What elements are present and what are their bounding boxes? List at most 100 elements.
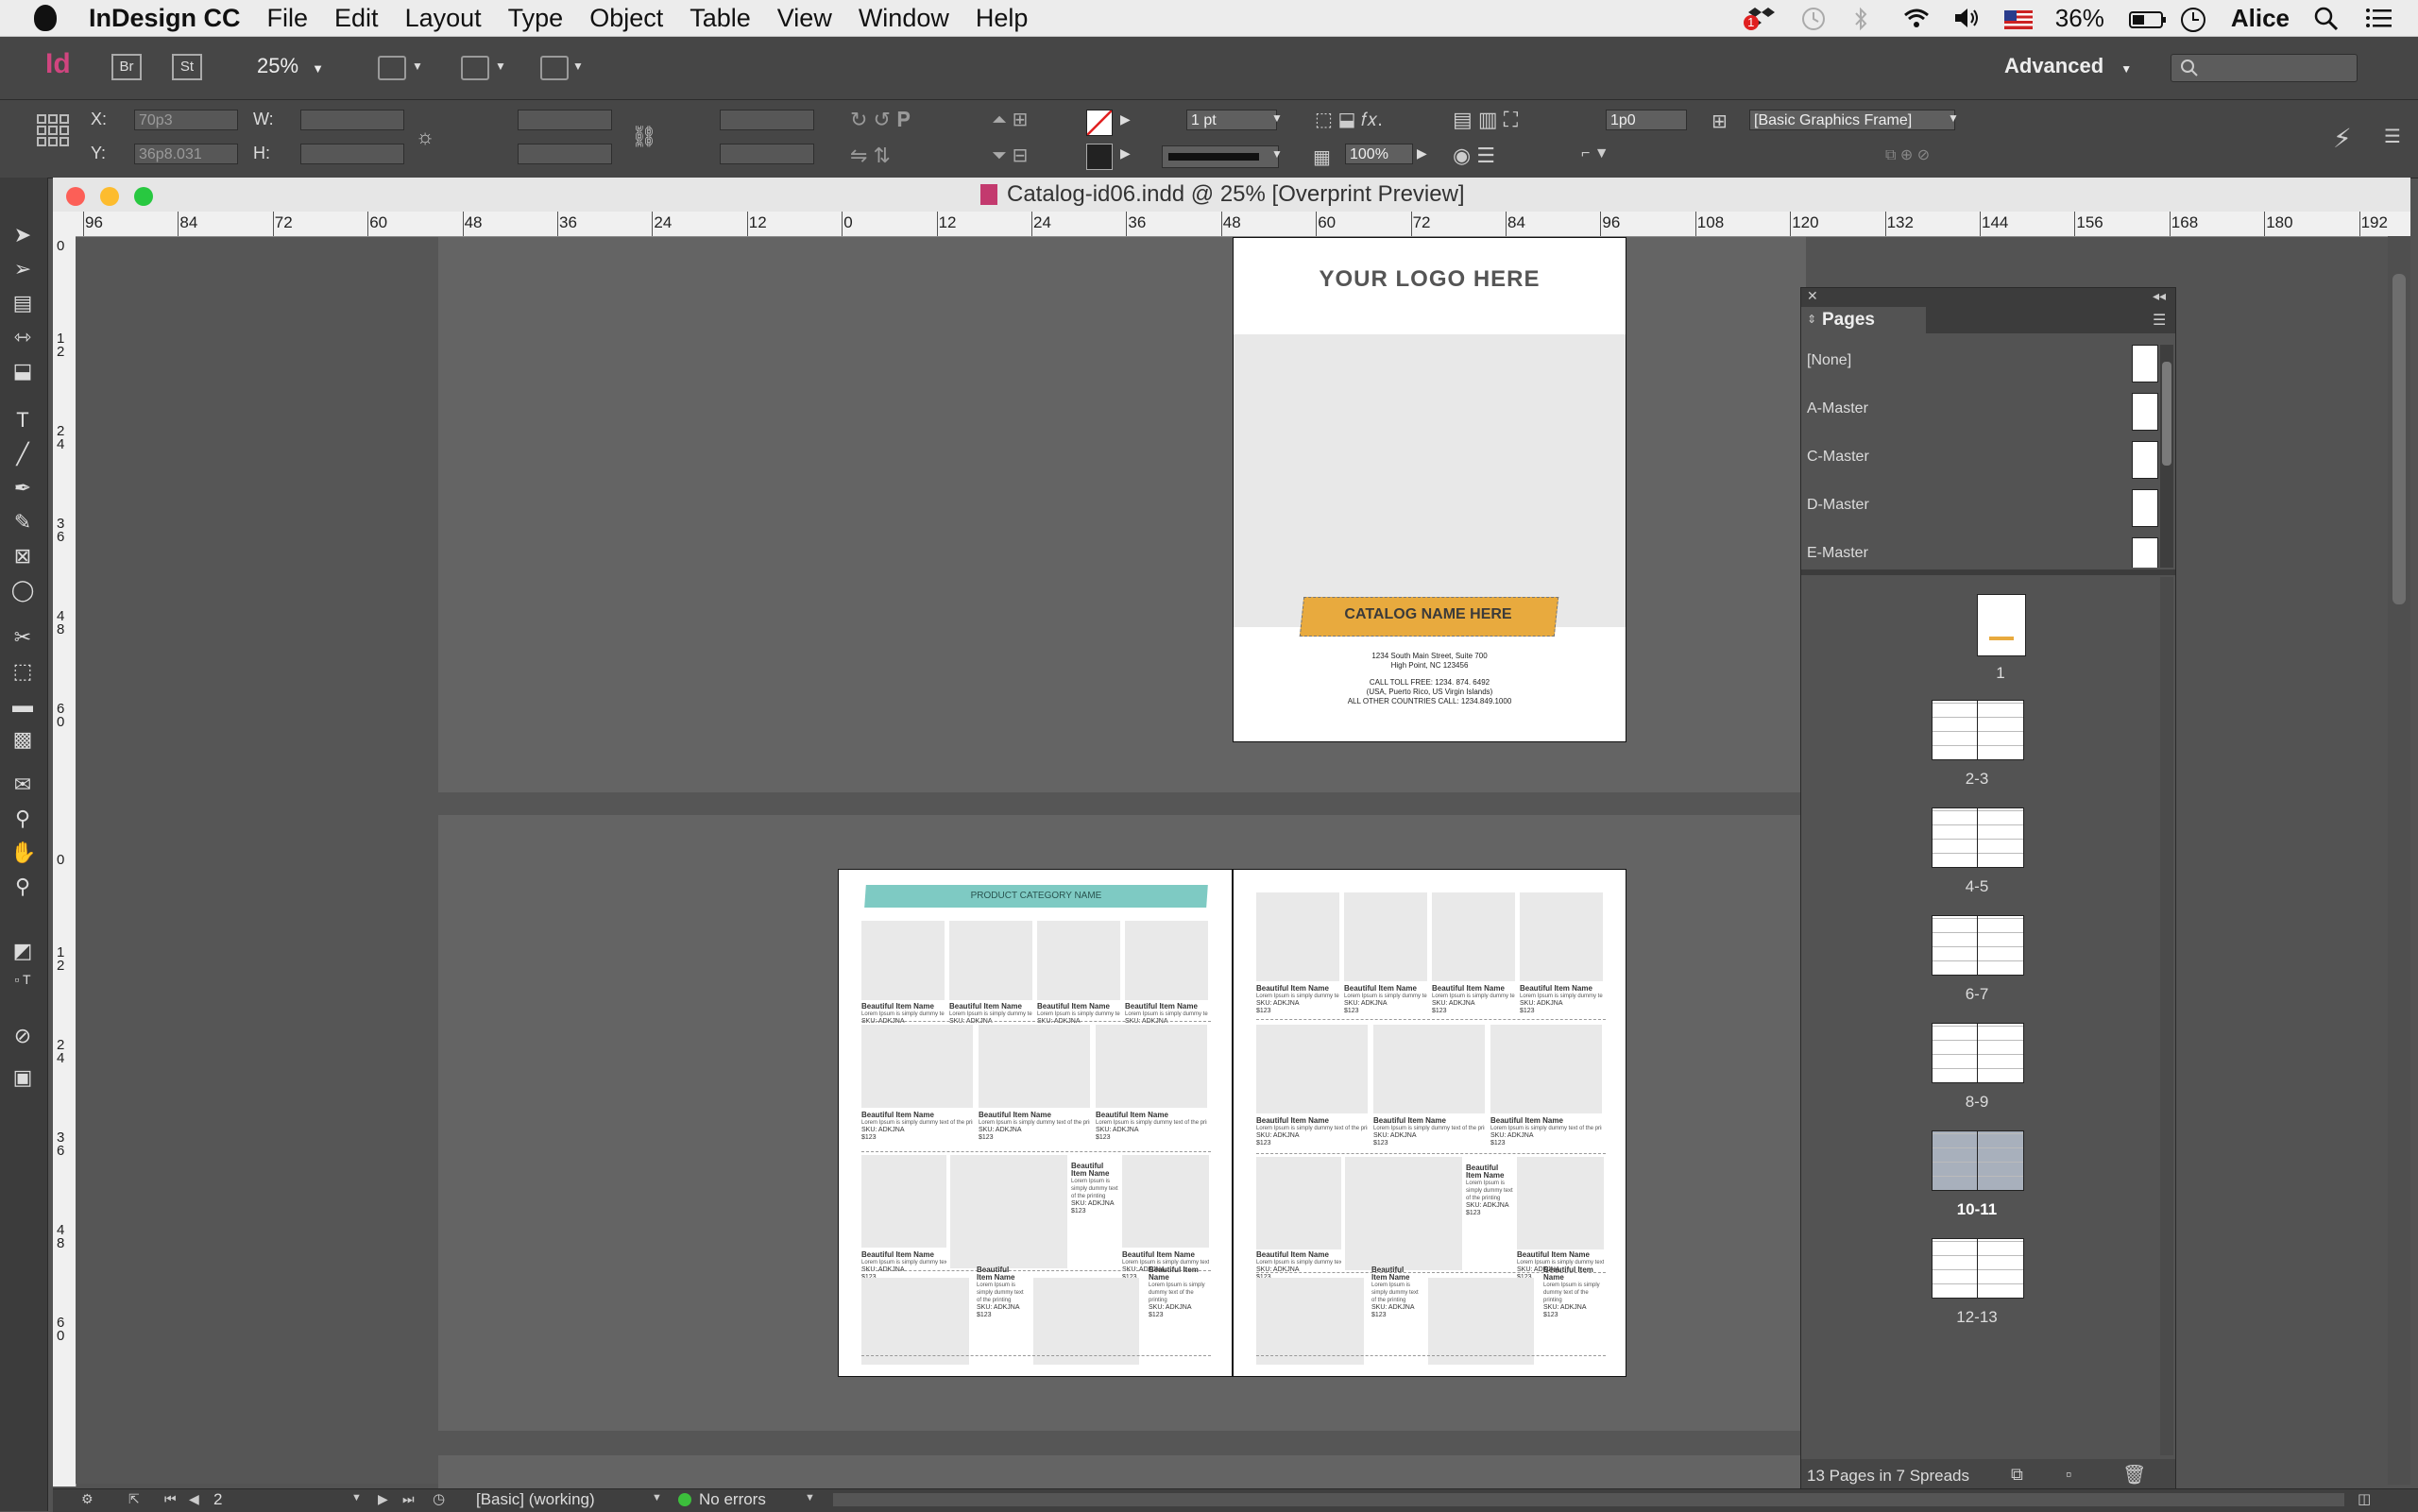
master-row[interactable]: A-Master xyxy=(1801,385,2158,433)
first-page-button[interactable]: ⏮ xyxy=(164,1491,177,1507)
select-container-icons[interactable]: ⏶ ⊞ xyxy=(992,108,1028,131)
stroke-swatch[interactable] xyxy=(1086,144,1113,170)
zoom-tool-icon[interactable]: ⚲ xyxy=(10,875,35,899)
next-page-button[interactable]: ▶ xyxy=(378,1491,388,1507)
chevron-down-icon[interactable]: ▼ xyxy=(1948,111,1959,125)
spread-thumbnail[interactable]: 1 xyxy=(1801,586,2158,682)
product-image-frame[interactable] xyxy=(1096,1025,1207,1108)
select-content-icons[interactable]: ⏷ ⊟ xyxy=(992,144,1028,167)
zoom-window-button[interactable] xyxy=(134,187,153,206)
quick-apply-icon[interactable]: ⚡ xyxy=(2333,123,2352,154)
chevron-down-icon[interactable]: ▼ xyxy=(351,1492,362,1504)
pencil-tool-icon[interactable]: ✎ xyxy=(10,510,35,535)
time-machine-icon[interactable] xyxy=(1800,7,1827,30)
product-image-frame[interactable] xyxy=(861,1278,969,1365)
collapse-panel-icon[interactable]: ◂◂ xyxy=(2153,288,2166,304)
edit-page-size-icon[interactable]: ⧉ xyxy=(2011,1465,2023,1485)
master-row[interactable]: E-Master xyxy=(1801,530,2158,568)
gradient-feather-tool-icon[interactable]: ▩ xyxy=(10,727,35,752)
pen-tool-icon[interactable]: ✒ xyxy=(10,476,35,501)
object-style-dropdown[interactable]: [Basic Graphics Frame] xyxy=(1749,110,1955,130)
menu-layout[interactable]: Layout xyxy=(405,4,482,33)
offset-field[interactable]: 1p0 xyxy=(1606,110,1687,130)
spreads-scrollbar[interactable] xyxy=(2160,577,2173,1455)
product-image-frame[interactable] xyxy=(1122,1155,1209,1248)
height-field[interactable] xyxy=(300,144,404,164)
delete-page-icon[interactable]: 🗑 xyxy=(2122,1463,2146,1487)
product-image-frame[interactable] xyxy=(1373,1025,1485,1113)
vertical-ruler[interactable]: 0 1 2 2 4 3 6 4 8 6 0 0 1 2 2 4 3 6 4 8 6 0 xyxy=(53,212,77,1487)
close-panel-icon[interactable]: ✕ xyxy=(1807,288,1818,304)
menu-edit[interactable]: Edit xyxy=(334,4,379,33)
product-image-frame[interactable] xyxy=(1037,921,1120,1000)
ellipse-tool-icon[interactable]: ◯ xyxy=(10,578,35,603)
product-image-frame[interactable] xyxy=(950,1155,1067,1268)
menu-type[interactable]: Type xyxy=(508,4,564,33)
spotlight-search-icon[interactable] xyxy=(2314,7,2341,31)
zoom-level-dropdown[interactable]: 25% ▼ xyxy=(257,54,324,78)
corner-shape-dropdown[interactable]: ⌐ ▼ xyxy=(1581,145,1609,162)
document-vertical-scrollbar[interactable] xyxy=(2388,236,2410,1485)
preflight-profile[interactable]: [Basic] (working) xyxy=(476,1490,595,1509)
split-view-icon[interactable]: ◫ xyxy=(2358,1490,2371,1507)
pages-tab[interactable]: ⇕ Pages xyxy=(1801,307,1926,333)
menu-window[interactable]: Window xyxy=(859,4,949,33)
battery-icon[interactable] xyxy=(2128,7,2166,29)
product-image-frame[interactable] xyxy=(1345,1157,1462,1270)
product-image-frame[interactable] xyxy=(861,921,945,1000)
line-tool-icon[interactable]: ╱ xyxy=(10,442,35,467)
minimize-window-button[interactable] xyxy=(100,187,119,206)
frame-fitting-icons[interactable]: ⬚ ⬓ 𝑓𝑥. xyxy=(1315,108,1383,131)
clock-icon[interactable] xyxy=(2180,7,2206,32)
content-collector-icon[interactable]: ⬓ xyxy=(10,359,35,383)
product-image-frame[interactable] xyxy=(1428,1278,1534,1365)
product-image-frame[interactable] xyxy=(1125,921,1208,1000)
flip-icons[interactable]: ⇋ ⇅ xyxy=(850,144,891,168)
selection-tool-icon[interactable]: ➤ xyxy=(10,223,35,247)
product-image-frame[interactable] xyxy=(1490,1025,1602,1113)
pasteboard[interactable]: YOUR LOGO HERE CATALOG NAME HERE 1234 So… xyxy=(76,237,1806,1493)
constrain-proportions-icon[interactable]: ☼ xyxy=(416,125,434,149)
rotation-angle-field[interactable] xyxy=(720,110,814,130)
chevron-down-icon[interactable]: ▼ xyxy=(805,1492,815,1504)
shear-angle-field[interactable] xyxy=(720,144,814,164)
user-name[interactable]: Alice xyxy=(2231,4,2290,33)
product-image-frame[interactable] xyxy=(1344,892,1427,981)
arrange-documents-icon[interactable] xyxy=(540,56,569,80)
bridge-button[interactable]: Br xyxy=(111,54,142,80)
product-image-frame[interactable] xyxy=(1256,1278,1364,1365)
stroke-weight-field[interactable]: 1 pt xyxy=(1186,110,1277,130)
menu-object[interactable]: Object xyxy=(589,4,663,33)
product-image-frame[interactable] xyxy=(979,1025,1090,1108)
spread-thumbnail[interactable]: 6-7 xyxy=(1801,908,2158,1003)
x-position-field[interactable]: 70p3 xyxy=(134,110,238,130)
view-options-icon[interactable] xyxy=(378,56,406,80)
apple-icon[interactable] xyxy=(34,5,57,31)
wifi-icon[interactable] xyxy=(1902,7,1929,29)
page-1-cover[interactable]: YOUR LOGO HERE CATALOG NAME HERE 1234 So… xyxy=(1233,237,1626,742)
product-image-frame[interactable] xyxy=(1256,1157,1341,1249)
spread-thumbnail[interactable]: 2-3 xyxy=(1801,692,2158,788)
note-tool-icon[interactable]: ✉ xyxy=(10,773,35,797)
gap-tool-icon[interactable]: ⇿ xyxy=(10,325,35,349)
chevron-down-icon[interactable]: ▼ xyxy=(1271,147,1283,161)
object-style-icon[interactable]: ⊞ xyxy=(1711,110,1728,133)
y-position-field[interactable]: 36p8.031 xyxy=(134,144,238,164)
product-image-frame[interactable] xyxy=(1432,892,1515,981)
panel-menu-icon[interactable]: ☰ xyxy=(2384,125,2401,148)
page-tool-icon[interactable]: ▤ xyxy=(10,291,35,315)
last-page-button[interactable]: ⏭ xyxy=(402,1491,415,1507)
spread-thumbnail[interactable]: 12-13 xyxy=(1801,1231,2158,1326)
spread-thumbnail[interactable]: 10-11 xyxy=(1801,1123,2158,1218)
panel-divider[interactable] xyxy=(1801,569,2175,575)
product-image-frame[interactable] xyxy=(1256,892,1339,981)
align-icons[interactable]: ◉ ☰ xyxy=(1453,144,1495,168)
fill-stroke-swatch-icon[interactable]: ◩ xyxy=(10,939,35,963)
opacity-icon[interactable]: ▦ xyxy=(1313,145,1331,169)
reference-point-icon[interactable] xyxy=(36,113,70,147)
stroke-arrow-icon[interactable]: ▶ xyxy=(1120,145,1131,161)
link-icon[interactable]: ⛓ xyxy=(631,125,657,149)
master-row[interactable]: D-Master xyxy=(1801,482,2158,529)
menu-view[interactable]: View xyxy=(777,4,832,33)
preflight-status[interactable]: No errors xyxy=(699,1490,766,1509)
